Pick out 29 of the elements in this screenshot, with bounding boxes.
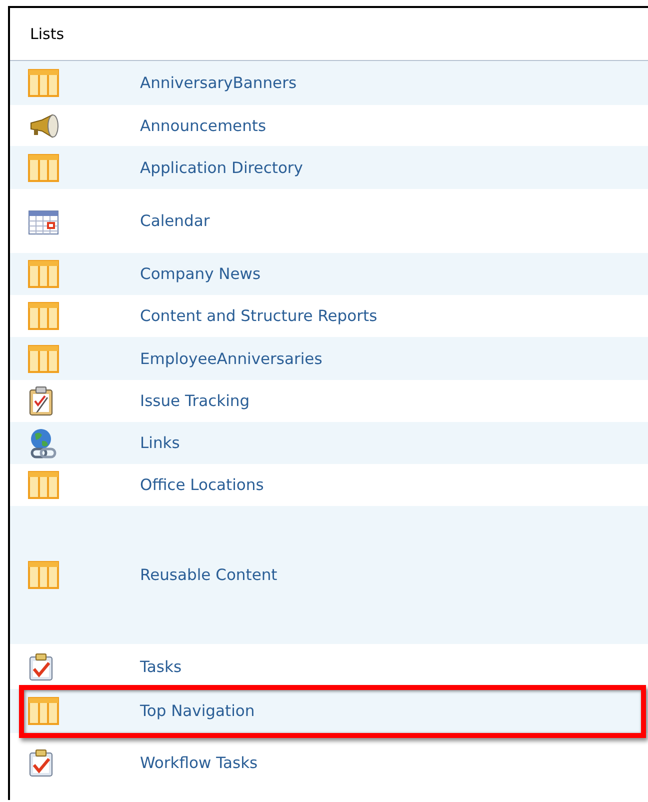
table-icon <box>28 471 59 499</box>
list-link[interactable]: Tasks <box>140 658 182 676</box>
clipboard-icon <box>28 386 54 416</box>
table-icon <box>28 302 59 330</box>
table-icon <box>28 260 59 288</box>
table-icon <box>28 344 59 372</box>
list-link[interactable]: Office Locations <box>140 476 264 494</box>
list-link[interactable]: Workflow Tasks <box>140 754 258 772</box>
table-icon <box>28 561 59 589</box>
list-link[interactable]: Calendar <box>140 212 210 230</box>
list-link[interactable]: Issue Tracking <box>140 392 250 410</box>
table-icon <box>28 697 59 725</box>
section-title: Lists <box>30 25 64 43</box>
task-clipboard-icon <box>28 652 54 680</box>
list-link[interactable]: Reusable Content <box>140 566 278 584</box>
list-link[interactable]: AnniversaryBanners <box>140 74 297 92</box>
list-link[interactable]: Links <box>140 434 180 452</box>
table-icon <box>28 69 59 97</box>
list-link[interactable]: Announcements <box>140 116 266 134</box>
list-link[interactable]: Company News <box>140 265 261 283</box>
calendar-icon <box>28 208 59 234</box>
megaphone-icon <box>28 114 59 138</box>
task-clipboard-icon <box>28 749 54 777</box>
list-link[interactable]: EmployeeAnniversaries <box>140 350 322 368</box>
table-icon <box>28 154 59 182</box>
list-link[interactable]: Application Directory <box>140 158 303 176</box>
list-link[interactable]: Top Navigation <box>140 702 255 720</box>
globe-link-icon <box>28 428 59 458</box>
list-link[interactable]: Content and Structure Reports <box>140 307 378 325</box>
